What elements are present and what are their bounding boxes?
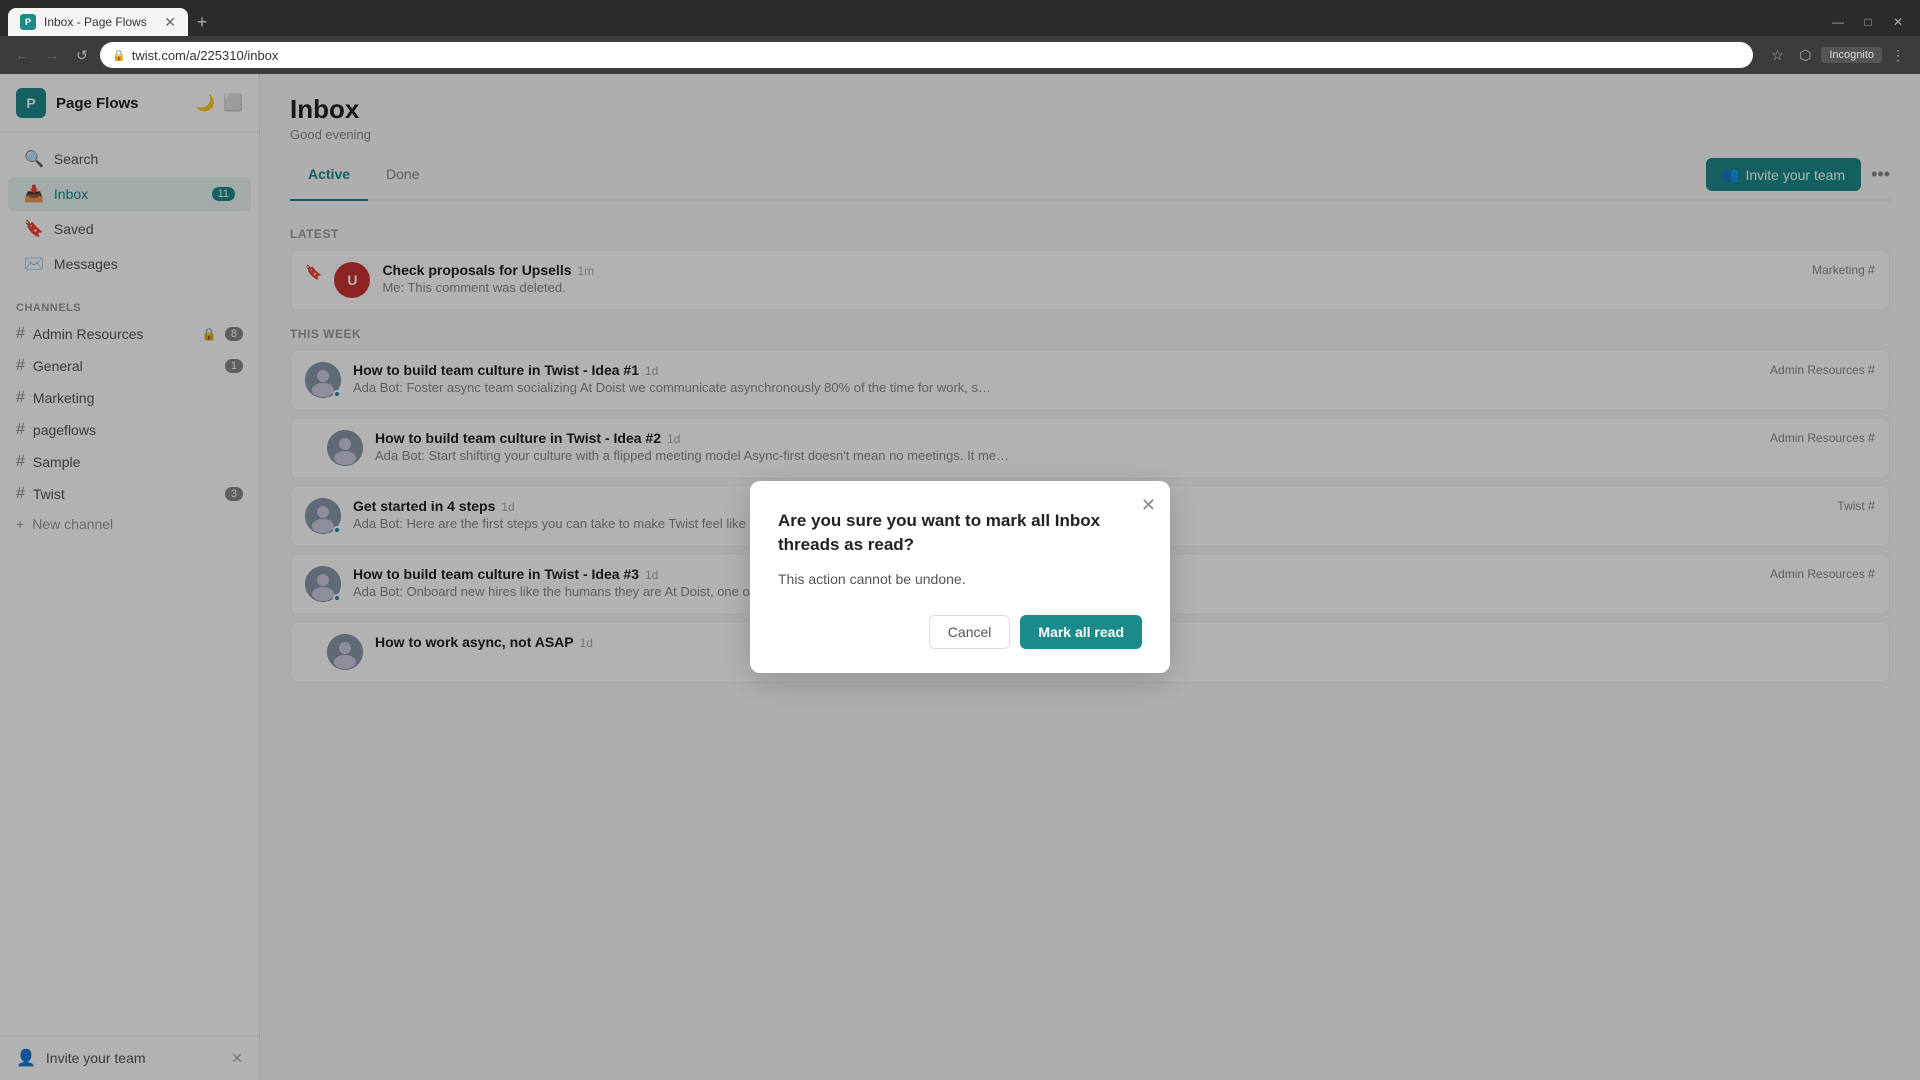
browser-bar: ← → ↺ 🔒 twist.com/a/225310/inbox ☆ ⬡ Inc… [0,36,1920,74]
browser-actions: ☆ ⬡ Incognito ⋮ [1765,43,1910,67]
back-button[interactable]: ← [10,43,34,67]
forward-button[interactable]: → [40,43,64,67]
new-tab-button[interactable]: + [188,8,216,36]
cancel-button[interactable]: Cancel [929,615,1011,649]
reload-button[interactable]: ↺ [70,43,94,67]
dialog-body: This action cannot be undone. [778,571,1142,587]
maximize-button[interactable]: □ [1854,8,1882,36]
active-tab[interactable]: P Inbox - Page Flows ✕ [8,8,188,36]
bookmark-button[interactable]: ☆ [1765,43,1789,67]
dialog-title: Are you sure you want to mark all Inbox … [778,509,1142,557]
close-window-button[interactable]: ✕ [1884,8,1912,36]
browser-tabs: P Inbox - Page Flows ✕ + — □ ✕ [0,0,1920,36]
minimize-button[interactable]: — [1824,8,1852,36]
incognito-badge: Incognito [1821,47,1882,63]
tab-controls: — □ ✕ [1824,8,1912,36]
address-url: twist.com/a/225310/inbox [132,48,279,63]
confirm-dialog: ✕ Are you sure you want to mark all Inbo… [750,481,1170,673]
tab-close-button[interactable]: ✕ [164,14,176,31]
lock-icon: 🔒 [112,49,126,62]
tab-favicon: P [20,14,36,30]
tab-title: Inbox - Page Flows [44,15,156,29]
address-bar[interactable]: 🔒 twist.com/a/225310/inbox [100,42,1753,68]
mark-all-read-button[interactable]: Mark all read [1020,615,1142,649]
dialog-overlay: ✕ Are you sure you want to mark all Inbo… [0,74,1920,1080]
extension-button[interactable]: ⬡ [1793,43,1817,67]
browser-chrome: P Inbox - Page Flows ✕ + — □ ✕ ← → ↺ 🔒 t… [0,0,1920,74]
menu-button[interactable]: ⋮ [1886,43,1910,67]
dialog-actions: Cancel Mark all read [778,615,1142,649]
dialog-close-button[interactable]: ✕ [1141,495,1156,516]
